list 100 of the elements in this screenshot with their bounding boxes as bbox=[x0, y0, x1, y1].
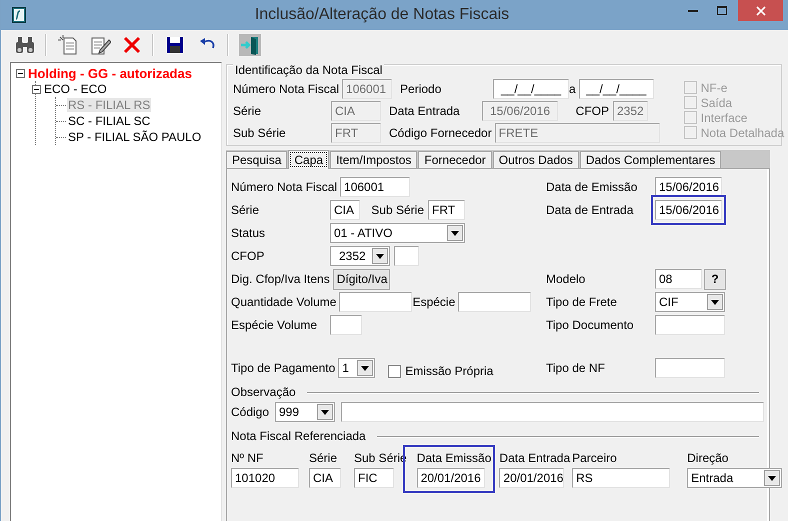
checkbox-label: Saída bbox=[700, 96, 732, 110]
tree-item[interactable]: SP - FILIAL SÃO PAULO bbox=[67, 130, 202, 144]
text-field[interactable]: 101020 bbox=[231, 468, 299, 488]
text-field[interactable]: RS bbox=[572, 468, 670, 488]
field-label: Tipo de NF bbox=[546, 361, 606, 375]
field-label: Data Entrada bbox=[389, 104, 461, 118]
field-label: Espécie Volume bbox=[231, 318, 318, 332]
minimize-icon bbox=[688, 10, 698, 12]
field-label: Sub Série bbox=[370, 203, 425, 217]
collapse-icon[interactable] bbox=[32, 84, 41, 94]
field-label: CFOP bbox=[574, 104, 610, 118]
dropdown-button[interactable] bbox=[357, 360, 374, 376]
close-icon bbox=[756, 6, 766, 16]
tab[interactable]: Dados Complementares bbox=[580, 151, 722, 168]
tree-item[interactable]: SC - FILIAL SC bbox=[67, 114, 152, 128]
field-label: Status bbox=[231, 226, 266, 240]
dropdown-field[interactable]: 01 - ATIVO bbox=[330, 223, 465, 243]
dropdown-field[interactable]: 2352 bbox=[330, 246, 390, 266]
tab[interactable]: Outros Dados bbox=[492, 151, 579, 168]
dropdown-button[interactable] bbox=[764, 470, 780, 486]
tab[interactable]: Pesquisa bbox=[226, 151, 288, 168]
maximize-icon bbox=[716, 6, 726, 16]
dropdown-button[interactable] bbox=[447, 225, 463, 241]
checkbox-label: Nota Detalhada bbox=[700, 126, 784, 140]
text-field[interactable]: CIA bbox=[331, 101, 381, 121]
help-button[interactable]: ? bbox=[704, 268, 726, 290]
text-field[interactable] bbox=[341, 402, 764, 422]
window-title: Inclusão/Alteração de Notas Fiscais bbox=[254, 6, 510, 24]
checkbox-label: NF-e bbox=[700, 80, 728, 94]
text-field[interactable] bbox=[394, 246, 419, 266]
dropdown-field[interactable]: 1 bbox=[338, 358, 376, 378]
field-label: Código Fornecedor bbox=[389, 126, 493, 140]
field-label: Modelo bbox=[546, 272, 586, 286]
close-button[interactable] bbox=[738, 0, 783, 21]
text-field[interactable] bbox=[339, 292, 412, 312]
group-title: Identificação da Nota Fiscal bbox=[233, 63, 384, 77]
digito-iva-button[interactable]: Dígito/Iva bbox=[332, 268, 390, 290]
text-field[interactable]: 106001 bbox=[340, 177, 410, 197]
field-label: a bbox=[569, 82, 577, 96]
dropdown-button[interactable] bbox=[317, 404, 333, 420]
text-field[interactable]: CIA bbox=[309, 468, 341, 488]
new-document-icon bbox=[56, 34, 78, 56]
field-label: Observação bbox=[231, 385, 297, 399]
field-label: Série bbox=[309, 450, 338, 466]
dropdown-field[interactable]: 999 bbox=[275, 402, 335, 422]
field-label: Nota Fiscal Referenciada bbox=[231, 429, 367, 443]
field-label: Tipo Documento bbox=[546, 318, 635, 332]
field-label: Direção bbox=[687, 450, 730, 466]
field-label: Data de Emissão bbox=[546, 180, 638, 194]
exit-door-icon bbox=[238, 34, 260, 56]
dropdown-field[interactable]: Entrada bbox=[687, 468, 782, 488]
field-label: Série bbox=[231, 203, 260, 217]
field-label: Quantidade Volume bbox=[231, 295, 338, 309]
checkbox-label: Interface bbox=[700, 110, 748, 124]
field-label: Dig. Cfop/Iva Itens bbox=[231, 272, 331, 286]
field-label: Tipo de Pagamento bbox=[231, 361, 336, 375]
dropdown-button[interactable] bbox=[372, 248, 388, 264]
field-label: Periodo bbox=[400, 82, 442, 96]
tab[interactable]: Capa bbox=[288, 150, 330, 169]
text-field[interactable] bbox=[458, 292, 532, 312]
dropdown-button[interactable] bbox=[707, 294, 723, 310]
text-field[interactable] bbox=[330, 315, 362, 335]
text-field[interactable]: 15/06/2016 bbox=[482, 101, 558, 121]
tab[interactable]: Fornecedor bbox=[418, 151, 492, 168]
field-label: Data de Entrada bbox=[546, 203, 634, 217]
checkbox-label: Emissão Própria bbox=[405, 364, 494, 378]
field-label: Código bbox=[231, 405, 270, 419]
text-field[interactable]: FRT bbox=[428, 200, 465, 220]
text-field[interactable]: FRT bbox=[331, 123, 381, 143]
text-field[interactable] bbox=[655, 358, 725, 378]
field-label: Espécie bbox=[412, 295, 456, 309]
text-field[interactable]: FRETE bbox=[494, 123, 660, 143]
checkbox[interactable] bbox=[388, 364, 402, 378]
text-field[interactable]: 20/01/2016 bbox=[499, 468, 564, 488]
field-label: Tipo de Frete bbox=[546, 295, 618, 309]
field-label: Número Nota Fiscal bbox=[231, 180, 338, 194]
text-field[interactable] bbox=[655, 315, 725, 335]
text-field[interactable]: 2352 bbox=[613, 101, 648, 121]
text-field[interactable]: 15/06/2016 bbox=[655, 177, 722, 197]
text-field[interactable]: 08 bbox=[655, 269, 702, 289]
exit-door-button[interactable] bbox=[236, 32, 263, 58]
text-field[interactable]: __/__/____ bbox=[578, 79, 654, 99]
tree-item[interactable]: Holding - GG - autorizadas bbox=[27, 66, 193, 80]
text-field[interactable]: 106001 bbox=[342, 79, 392, 99]
dropdown-field[interactable]: CIF bbox=[655, 292, 725, 312]
field-label: Parceiro bbox=[572, 450, 618, 466]
field-label: CFOP bbox=[231, 249, 266, 263]
collapse-icon[interactable] bbox=[16, 68, 25, 78]
tree-item[interactable]: ECO - ECO bbox=[43, 82, 108, 96]
text-field[interactable]: FIC bbox=[354, 468, 394, 488]
field-label: Data Emissão bbox=[416, 450, 492, 466]
text-field[interactable]: __/__/____ bbox=[493, 79, 570, 99]
field-label: Número Nota Fiscal bbox=[233, 82, 340, 96]
field-label: Sub Série bbox=[233, 126, 287, 140]
field-label: Série bbox=[233, 104, 262, 118]
app-icon bbox=[12, 7, 26, 23]
tab[interactable]: Item/Impostos bbox=[330, 151, 418, 168]
text-field[interactable]: 20/01/2016 bbox=[416, 468, 485, 488]
text-field[interactable]: 15/06/2016 bbox=[655, 200, 722, 220]
text-field[interactable]: CIA bbox=[330, 200, 360, 220]
